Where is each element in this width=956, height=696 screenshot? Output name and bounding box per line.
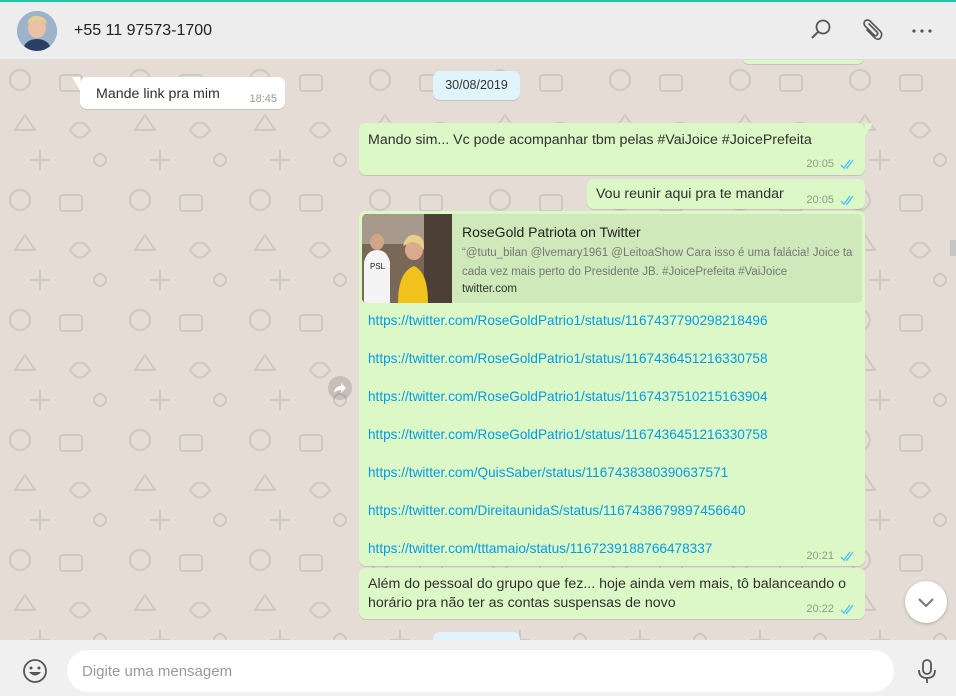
message-link[interactable]: https://twitter.com/RoseGoldPatrio1/stat… [368,351,768,366]
message-link[interactable]: https://twitter.com/RoseGoldPatrio1/stat… [368,427,768,442]
message-time: 20:05 [806,158,834,170]
message-link[interactable]: https://twitter.com/RoseGoldPatrio1/stat… [368,389,768,404]
attach-icon[interactable] [860,18,884,42]
read-ticks-icon [840,551,854,561]
message-time: 20:21 [806,550,834,562]
svg-text:PSL: PSL [370,262,386,271]
message-link[interactable]: https://twitter.com/RoseGoldPatrio1/stat… [368,313,768,328]
message-link[interactable]: https://twitter.com/DireitaunidaS/status… [368,503,746,518]
message-bubble-outgoing[interactable]: Além do pessoal do grupo que fez... hoje… [359,568,865,619]
message-time: 20:05 [806,194,834,206]
chat-area[interactable]: 30/08/2019 Mande link pra mim 18:45 Mand… [0,60,956,640]
message-meta: 20:05 [806,158,856,170]
chevron-down-icon [918,598,934,608]
forward-button[interactable] [328,376,352,400]
preview-description: “@tutu_bilan @lvemary1961 @LeitoaShow Ca… [462,247,853,278]
composer-bar [0,640,956,696]
message-bubble-outgoing[interactable]: Vou reunir aqui pra te mandar 20:05 [587,179,865,209]
message-text: Mande link pra mim [96,86,220,102]
scrollbar[interactable] [950,240,956,256]
message-bubble-outgoing[interactable]: PSL RoseGold Patriota on Twitter “@tutu_… [359,211,865,566]
message-meta: 20:05 [806,194,856,206]
preview-title: RoseGold Patriota on Twitter [462,224,641,240]
preview-domain: twitter.com [462,283,517,295]
preview-thumbnail: PSL [362,214,452,303]
message-link[interactable]: https://twitter.com/QuisSaber/status/116… [368,465,728,480]
message-input[interactable] [67,650,894,692]
contact-name[interactable]: +55 11 97573-1700 [74,22,212,40]
emoji-button[interactable] [22,658,48,684]
scroll-down-button[interactable] [905,581,947,623]
bubble-tail [72,77,80,90]
date-chip-partial [433,632,520,640]
message-text: Vou reunir aqui pra te mandar [596,186,784,202]
message-time: 18:45 [249,93,277,105]
search-icon[interactable] [809,18,833,42]
message-time: 20:22 [806,603,834,615]
menu-icon[interactable] [910,18,934,42]
microphone-icon [918,659,936,683]
message-link[interactable]: https://twitter.com/tttamaio/status/1167… [368,541,712,556]
bubble-tail [865,123,873,136]
message-bubble-partial [742,60,864,64]
chat-header: +55 11 97573-1700 [0,0,956,60]
emoji-icon [23,659,47,683]
date-chip: 30/08/2019 [433,71,520,100]
link-preview[interactable]: PSL RoseGold Patriota on Twitter “@tutu_… [362,214,862,303]
avatar[interactable] [17,11,57,51]
forward-icon [334,383,346,393]
mic-button[interactable] [916,658,938,684]
message-meta: 20:21 [806,550,856,562]
message-text: Mando sim... Vc pode acompanhar tbm pela… [368,132,812,148]
message-meta: 20:22 [806,603,856,615]
read-ticks-icon [840,159,854,169]
read-ticks-icon [840,195,854,205]
read-ticks-icon [840,604,854,614]
message-text: Além do pessoal do grupo que fez... hoje… [368,576,846,611]
message-bubble-outgoing[interactable]: Mando sim... Vc pode acompanhar tbm pela… [359,123,873,175]
message-bubble-incoming[interactable]: Mande link pra mim 18:45 [72,77,285,109]
